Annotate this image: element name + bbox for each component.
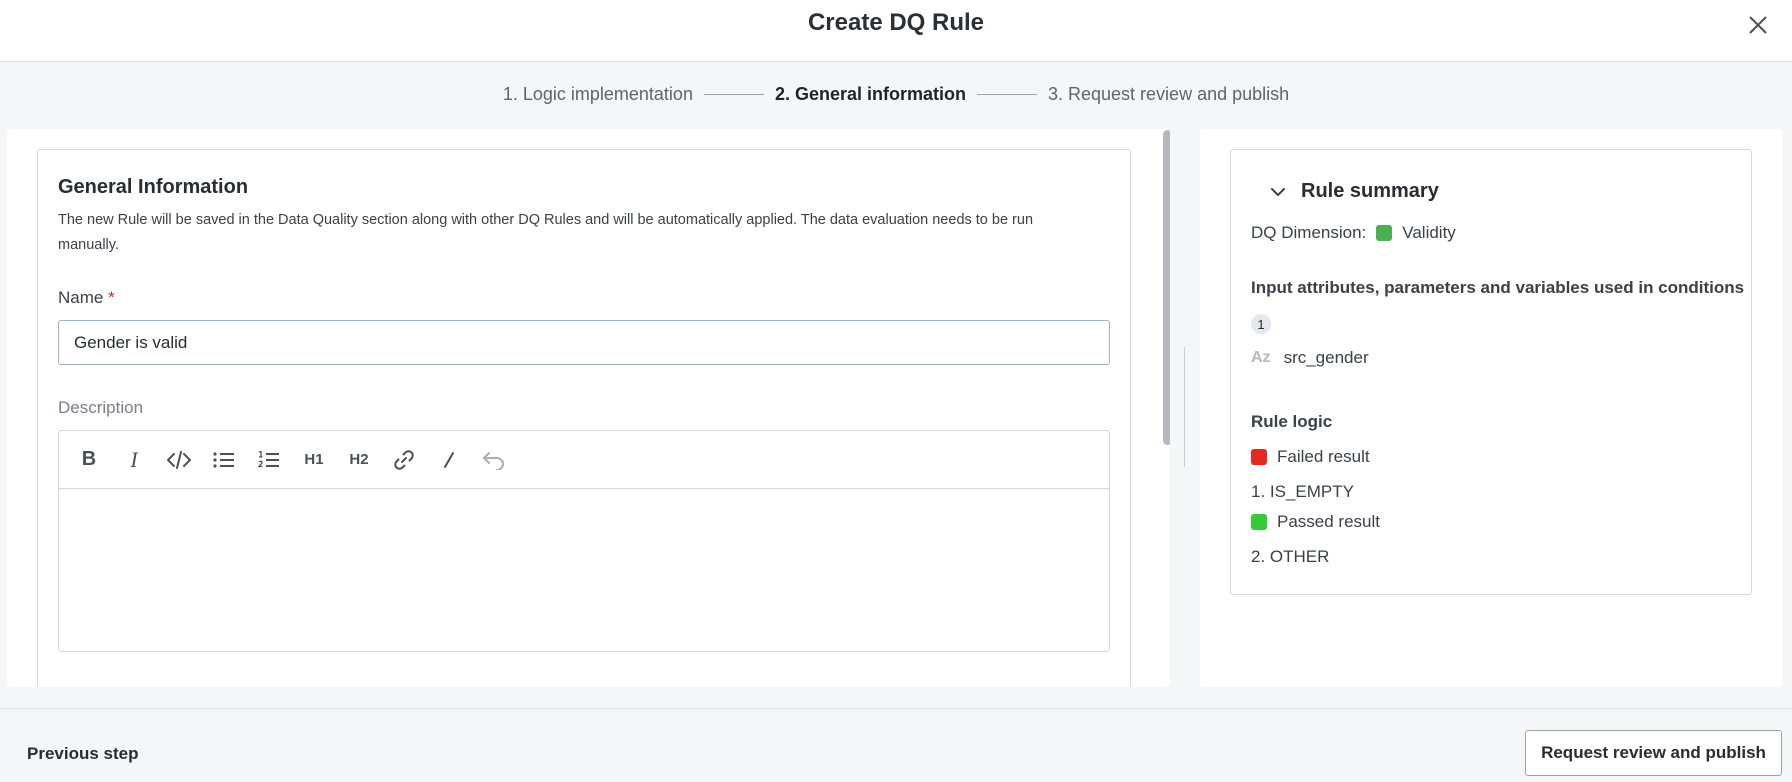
dialog-footer: Previous step Request review and publish [0, 708, 1792, 782]
clear-format-icon [444, 451, 454, 468]
italic-button[interactable]: I [116, 442, 152, 478]
dq-dimension-row: DQ Dimension: Validity [1251, 223, 1456, 243]
bold-button[interactable]: B [71, 442, 107, 478]
description-editor: B I H1 H2 [58, 430, 1110, 652]
step-connector [703, 94, 764, 95]
link-icon [394, 449, 414, 470]
attribute-item: Az src_gender [1251, 348, 1369, 368]
step-connector [977, 94, 1037, 95]
dialog-title: Create DQ Rule [807, 9, 985, 36]
name-label: Name * [58, 288, 115, 308]
dq-dimension-value: Validity [1402, 223, 1456, 242]
name-input[interactable] [58, 320, 1110, 365]
passed-color-dot [1251, 514, 1267, 530]
rule-summary-title: Rule summary [1301, 180, 1439, 202]
undo-icon [483, 451, 504, 470]
failed-result-label: Failed result [1277, 447, 1370, 466]
general-info-title: General Information [58, 176, 249, 198]
passed-result-label: Passed result [1277, 512, 1380, 531]
failed-condition: 1. IS_EMPTY [1251, 482, 1354, 501]
description-label: Description [58, 398, 144, 417]
general-info-card: General Information The new Rule will be… [37, 149, 1131, 687]
inputs-count-badge: 1 [1251, 314, 1271, 334]
attribute-name: src_gender [1283, 348, 1369, 367]
request-review-publish-button[interactable]: Request review and publish [1525, 730, 1782, 776]
general-info-panel: General Information The new Rule will be… [7, 129, 1170, 687]
passed-result-row: Passed result [1251, 512, 1380, 532]
dimension-color-dot [1376, 225, 1393, 241]
inputs-heading: Input attributes, parameters and variabl… [1251, 278, 1745, 297]
numbered-list-icon [258, 450, 279, 467]
heading-2-button[interactable]: H2 [341, 442, 377, 478]
chevron-down-icon [1271, 187, 1285, 196]
rule-logic-heading: Rule logic [1251, 412, 1333, 431]
step-general-information[interactable]: 2. General information [775, 84, 966, 105]
bullet-list-icon [213, 451, 234, 468]
step-logic-implementation[interactable]: 1. Logic implementation [503, 84, 693, 105]
failed-result-row: Failed result [1251, 447, 1370, 467]
rule-summary-panel: Rule summary DQ Dimension: Validity Inpu… [1200, 129, 1782, 687]
rule-summary-card: Rule summary DQ Dimension: Validity Inpu… [1230, 149, 1752, 595]
code-button[interactable] [161, 442, 197, 478]
link-button[interactable] [386, 442, 422, 478]
dq-dimension-label: DQ Dimension: [1251, 223, 1367, 242]
close-button[interactable] [1744, 11, 1772, 39]
required-marker: * [108, 288, 115, 307]
panel-resize-handle[interactable] [1184, 347, 1185, 467]
bullet-list-button[interactable] [206, 442, 242, 478]
undo-button[interactable] [476, 442, 512, 478]
numbered-list-button[interactable] [251, 442, 287, 478]
stepper: 1. Logic implementation 2. General infor… [0, 84, 1792, 105]
scrollbar[interactable] [1162, 129, 1170, 687]
description-editor-body[interactable] [59, 490, 1109, 652]
rule-summary-toggle[interactable]: Rule summary [1271, 180, 1439, 203]
clear-format-button[interactable] [431, 442, 467, 478]
passed-condition: 2. OTHER [1251, 547, 1330, 566]
code-icon [167, 450, 191, 469]
previous-step-button[interactable]: Previous step [27, 744, 139, 764]
name-label-text: Name [58, 288, 104, 307]
failed-color-dot [1251, 449, 1267, 465]
step-request-review[interactable]: 3. Request review and publish [1048, 84, 1289, 105]
scrollbar-thumb[interactable] [1163, 130, 1170, 445]
general-info-description: The new Rule will be saved in the Data Q… [58, 212, 1034, 253]
close-icon [1749, 16, 1767, 34]
string-type-icon: Az [1251, 349, 1271, 366]
heading-1-button[interactable]: H1 [296, 442, 332, 478]
editor-toolbar: B I H1 H2 [59, 431, 1109, 489]
dialog-header: Create DQ Rule [0, 0, 1792, 62]
